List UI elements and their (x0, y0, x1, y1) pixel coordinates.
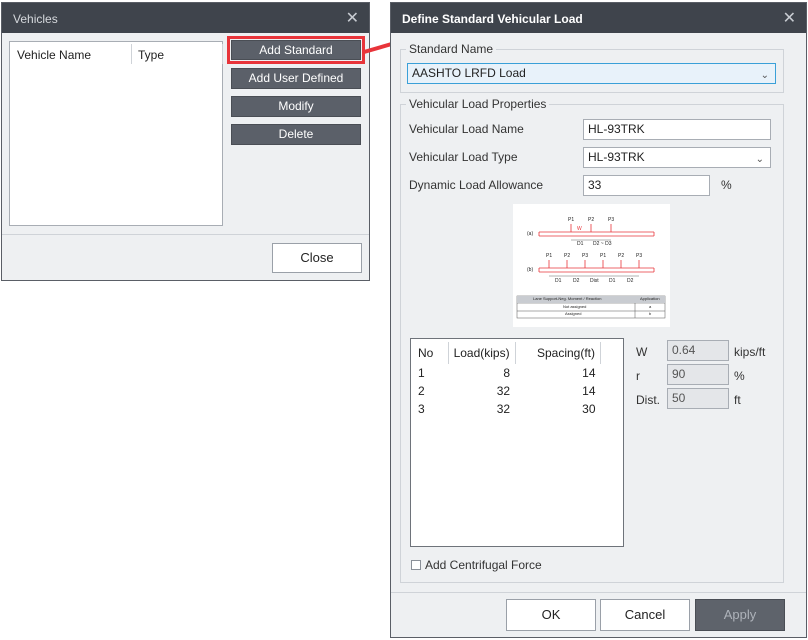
diagram-axle-b-3: P3 (582, 253, 589, 259)
row-spacing: 14 (582, 384, 596, 398)
truck-diagram: (a) (b) P1 P2 P3 W D1 D2 ~ D3 P1 P2 P3 P… (513, 204, 670, 327)
r-unit: % (734, 369, 745, 383)
centrifugal-checkbox[interactable] (411, 560, 421, 570)
define-load-divider (391, 592, 806, 593)
row-no: 1 (418, 366, 425, 380)
dist-unit: ft (734, 393, 741, 407)
diagram-axle-a-1: P1 (568, 217, 575, 223)
w-input: 0.64 (667, 340, 729, 361)
column-divider (131, 44, 132, 64)
column-header-vehicle-name[interactable]: Vehicle Name (17, 48, 91, 62)
diagram-axle-b-1: P1 (546, 253, 553, 259)
diagram-dim-b-5: D2 (627, 278, 634, 284)
diagram-dim-b-2: D2 (573, 278, 580, 284)
vehicular-load-type-value: HL-93TRK (588, 150, 645, 164)
add-user-defined-button[interactable]: Add User Defined (231, 68, 361, 89)
vehicular-load-name-value: HL-93TRK (588, 122, 645, 136)
standard-name-select[interactable]: AASHTO LRFD Load ⌄ (407, 63, 776, 84)
diagram-table-header-2: Application (640, 296, 660, 301)
table-row[interactable]: 3 32 30 (411, 400, 601, 418)
delete-button[interactable]: Delete (231, 124, 361, 145)
column-header-load[interactable]: Load(kips) (448, 342, 516, 364)
diagram-dim-a-2: D2 ~ D3 (593, 241, 612, 247)
close-icon[interactable]: ✕ (346, 8, 359, 28)
define-load-dialog: Define Standard Vehicular Load ✕ Standar… (390, 2, 807, 638)
cancel-button[interactable]: Cancel (600, 599, 690, 631)
dist-value: 50 (672, 391, 686, 405)
vehicles-divider (2, 234, 369, 235)
column-header-spacing[interactable]: Spacing(ft) (515, 342, 602, 364)
vehicles-list-header: Vehicle Name Type (10, 42, 223, 66)
column-header-type[interactable]: Type (138, 48, 164, 62)
diagram-w-label: W (577, 226, 582, 232)
load-table-header-row: No Load(kips) Spacing(ft) (411, 342, 602, 364)
row-load: 8 (503, 366, 511, 380)
diagram-axle-b-2: P2 (564, 253, 571, 259)
vehicular-load-type-label: Vehicular Load Type (409, 150, 518, 164)
diagram-axle-b-6: P3 (636, 253, 643, 259)
column-divider (222, 44, 223, 64)
chevron-down-icon: ⌄ (755, 154, 764, 165)
table-row[interactable]: 1 8 14 (411, 364, 601, 382)
vehicles-titlebar: Vehicles ✕ (2, 3, 369, 33)
diagram-table-row-2-a: Assigned (565, 311, 582, 316)
diagram-axle-b-4: P1 (600, 253, 607, 259)
define-load-titlebar: Define Standard Vehicular Load ✕ (391, 3, 806, 33)
vehicles-dialog: Vehicles ✕ Vehicle Name Type Add Standar… (1, 2, 370, 281)
close-icon[interactable]: ✕ (783, 8, 796, 28)
centrifugal-label: Add Centrifugal Force (425, 558, 542, 572)
modify-button[interactable]: Modify (231, 96, 361, 117)
vehicular-load-properties-legend: Vehicular Load Properties (406, 97, 550, 111)
row-spacing: 14 (582, 366, 596, 380)
standard-name-legend: Standard Name (406, 42, 497, 56)
ok-button[interactable]: OK (506, 599, 596, 631)
close-button[interactable]: Close (272, 243, 362, 273)
r-input: 90 (667, 364, 729, 385)
dynamic-load-allowance-input[interactable]: 33 (583, 175, 710, 196)
vehicles-list[interactable]: Vehicle Name Type (9, 41, 223, 226)
vehicular-load-type-select[interactable]: HL-93TRK ⌄ (583, 147, 771, 168)
diagram-dim-b-3: Dist (590, 278, 599, 284)
load-table[interactable]: No Load(kips) Spacing(ft) 1 8 14 2 32 14… (410, 338, 624, 547)
vehicles-title: Vehicles (13, 12, 58, 26)
diagram-table-row-1-b: a (649, 304, 652, 309)
diagram-label-a: (a) (527, 231, 534, 237)
diagram-axle-a-2: P2 (588, 217, 595, 223)
add-standard-button[interactable]: Add Standard (227, 36, 365, 64)
w-unit: kips/ft (734, 345, 766, 359)
dynamic-load-allowance-label: Dynamic Load Allowance (409, 178, 544, 192)
w-label: W (636, 345, 648, 359)
diagram-table-header-1: Lane Support-Neg. Moment / Reaction (533, 296, 602, 301)
column-header-no[interactable]: No (411, 342, 449, 364)
vehicular-load-name-input[interactable]: HL-93TRK (583, 119, 771, 140)
row-no: 2 (418, 384, 425, 398)
diagram-axle-a-3: P3 (608, 217, 615, 223)
row-load: 32 (496, 384, 511, 398)
dynamic-load-allowance-value: 33 (588, 178, 602, 192)
table-row[interactable]: 2 32 14 (411, 382, 601, 400)
dist-input: 50 (667, 388, 729, 409)
row-load: 32 (496, 402, 511, 416)
w-value: 0.64 (672, 343, 696, 357)
diagram-axle-b-5: P2 (618, 253, 625, 259)
r-label: r (636, 369, 640, 383)
standard-name-value: AASHTO LRFD Load (412, 66, 526, 80)
dist-label: Dist. (636, 393, 660, 407)
r-value: 90 (672, 367, 686, 381)
vehicular-load-name-label: Vehicular Load Name (409, 122, 524, 136)
diagram-dim-a-1: D1 (577, 241, 584, 247)
row-no: 3 (418, 402, 425, 416)
diagram-dim-b-4: D1 (609, 278, 616, 284)
apply-button[interactable]: Apply (695, 599, 785, 631)
chevron-down-icon: ⌄ (760, 70, 769, 81)
dynamic-load-allowance-unit: % (721, 178, 732, 192)
diagram-dim-b-1: D1 (555, 278, 562, 284)
diagram-label-b: (b) (527, 267, 534, 273)
define-load-title: Define Standard Vehicular Load (402, 12, 583, 26)
diagram-table-row-2-b: b (649, 311, 652, 316)
row-spacing: 30 (582, 402, 596, 416)
diagram-table-row-1-a: Not assigned (563, 304, 587, 309)
